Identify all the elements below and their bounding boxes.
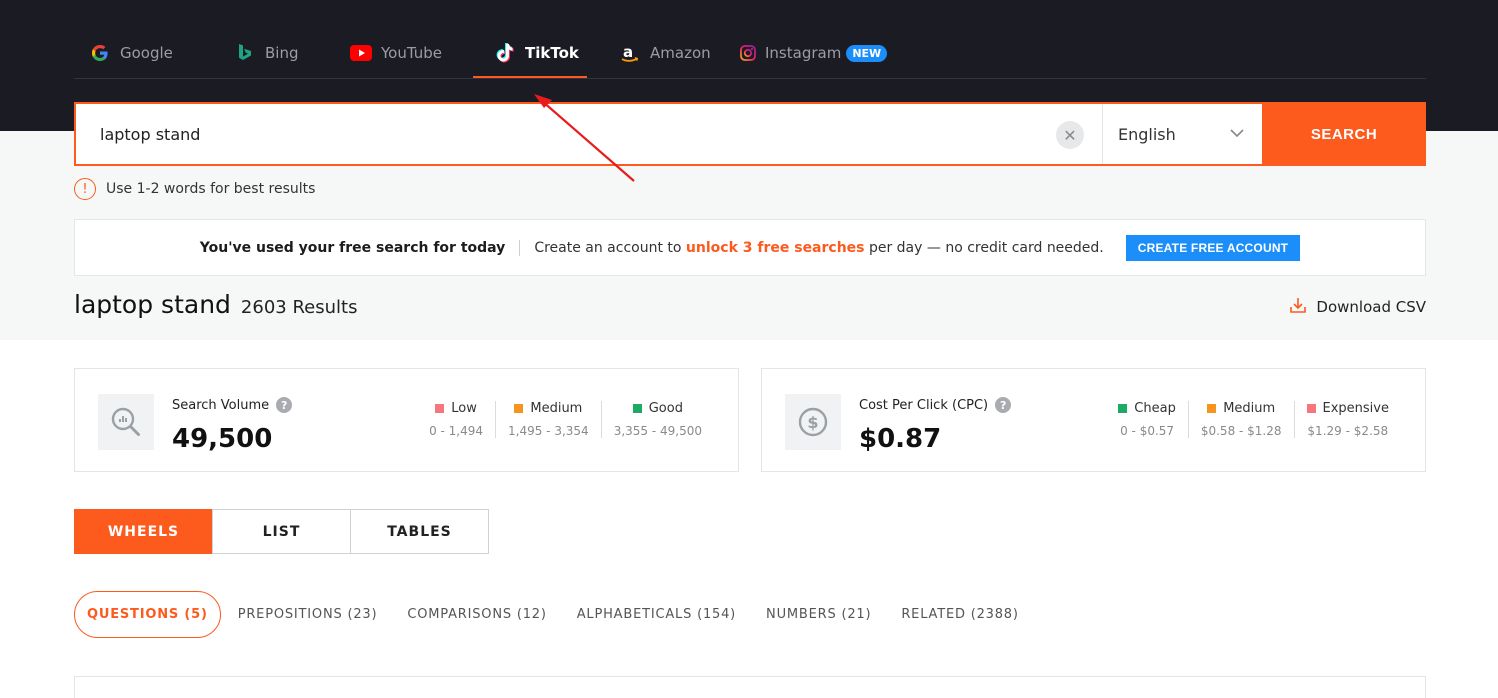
alert-icon: ! [74,178,96,200]
legend-name: Expensive [1322,401,1389,416]
tab-tiktok[interactable]: TikTok [494,28,579,78]
category-prepositions[interactable]: PREPOSITIONS (23) [238,607,378,622]
legend-item: Low 0 - 1,494 [417,401,495,438]
legend-range: 0 - $0.57 [1120,424,1175,438]
tab-amazon[interactable]: a Amazon [619,28,711,78]
category-tabs: QUESTIONS (5) PREPOSITIONS (23) COMPARIS… [74,591,1049,638]
view-tabs: WHEELS LIST TABLES [74,509,489,554]
legend-name: Cheap [1134,401,1176,416]
help-icon[interactable]: ? [995,397,1012,413]
legend-name: Good [648,401,683,416]
notice-text-after: per day — no credit card needed. [868,239,1104,256]
cpc-legend: Cheap 0 - $0.57 Medium $0.58 - $1.28 Exp… [1106,401,1401,438]
tab-instagram[interactable]: Instagram NEW [737,28,888,78]
svg-text:a: a [623,43,633,61]
search-volume-icon [98,394,154,450]
search-tip: ! Use 1-2 words for best results [74,178,315,200]
tab-label: Amazon [650,44,711,62]
search-volume-card: Search Volume ? 49,500 Low 0 - 1,494 Med… [74,368,739,472]
tab-list[interactable]: LIST [212,509,351,554]
tab-tables[interactable]: TABLES [350,509,489,554]
help-icon[interactable]: ? [276,397,293,413]
amazon-icon: a [619,42,641,64]
tab-label: Bing [265,44,299,62]
results-count: 2603 Results [240,297,358,318]
tip-text: Use 1-2 words for best results [106,181,316,197]
notice-divider [519,239,521,256]
download-csv-button[interactable]: Download CSV [1289,296,1426,318]
legend-range: 1,495 - 3,354 [508,424,589,438]
free-search-notice: You've used your free search for today C… [74,219,1426,276]
search-volume-value: 49,500 [172,424,273,454]
results-panel [74,676,1426,698]
bing-icon [234,42,256,64]
language-select[interactable]: English [1102,104,1262,164]
search-volume-label-row: Search Volume ? [172,397,293,413]
google-icon [89,42,111,64]
tab-label: Google [120,44,173,62]
download-icon [1289,296,1307,318]
dollar-icon: $ [785,394,841,450]
legend-swatch [1306,404,1316,413]
instagram-icon [737,42,759,64]
legend-range: $1.29 - $2.58 [1307,424,1389,438]
legend-range: 3,355 - 49,500 [613,424,702,438]
results-keyword: laptop stand [74,290,231,319]
engine-tabs: Google Bing YouTube TikTok a Amazon Inst… [74,28,1426,79]
legend-item: Cheap 0 - $0.57 [1106,401,1188,438]
category-comparisons[interactable]: COMPARISONS (12) [407,607,546,622]
create-account-button[interactable]: CREATE FREE ACCOUNT [1125,234,1301,261]
svg-text:$: $ [807,413,818,432]
chevron-down-icon [1230,125,1244,144]
legend-item: Good 3,355 - 49,500 [600,401,714,438]
notice-text-before: Create an account to [534,239,682,256]
tab-label: TikTok [525,44,579,62]
search-button[interactable]: SEARCH [1262,102,1426,166]
search-volume-legend: Low 0 - 1,494 Medium 1,495 - 3,354 Good … [417,401,714,438]
cpc-label-row: Cost Per Click (CPC) ? [859,397,1012,413]
legend-item: Expensive $1.29 - $2.58 [1293,401,1401,438]
youtube-icon [350,42,372,64]
active-tab-indicator [473,76,587,78]
cpc-card: $ Cost Per Click (CPC) ? $0.87 Cheap 0 -… [761,368,1426,472]
tab-google[interactable]: Google [89,28,173,78]
legend-name: Medium [530,401,583,416]
legend-name: Medium [1223,401,1276,416]
cpc-label: Cost Per Click (CPC) [859,397,989,413]
notice-lead: You've used your free search for today [199,239,506,256]
legend-item: Medium 1,495 - 3,354 [495,401,601,438]
results-heading: laptop stand 2603 Results [74,290,357,319]
notice-highlight: unlock 3 free searches [685,239,865,256]
search-volume-label: Search Volume [172,397,270,413]
category-related[interactable]: RELATED (2388) [901,607,1018,622]
legend-swatch [1207,404,1217,413]
clear-search-button[interactable]: ✕ [1056,121,1084,149]
tab-wheels[interactable]: WHEELS [74,509,213,554]
tiktok-icon [494,42,516,64]
new-badge: NEW [846,44,888,62]
tab-youtube[interactable]: YouTube [350,28,442,78]
legend-item: Medium $0.58 - $1.28 [1187,401,1294,438]
tab-label: YouTube [381,44,442,62]
legend-swatch [514,404,524,413]
language-value: English [1118,124,1176,144]
category-alphabeticals[interactable]: ALPHABETICALS (154) [577,607,736,622]
close-icon: ✕ [1063,125,1077,145]
tab-bing[interactable]: Bing [234,28,299,78]
legend-swatch [435,404,445,413]
legend-name: Low [451,401,477,416]
category-questions[interactable]: QUESTIONS (5) [74,591,221,638]
download-label: Download CSV [1316,298,1426,316]
legend-range: $0.58 - $1.28 [1200,424,1282,438]
cpc-value: $0.87 [859,424,942,454]
legend-swatch [1118,404,1128,413]
tab-label: Instagram [765,44,842,62]
search-bar: ✕ English SEARCH [74,102,1426,166]
category-numbers[interactable]: NUMBERS (21) [766,607,871,622]
legend-swatch [632,404,642,413]
legend-range: 0 - 1,494 [429,424,484,438]
